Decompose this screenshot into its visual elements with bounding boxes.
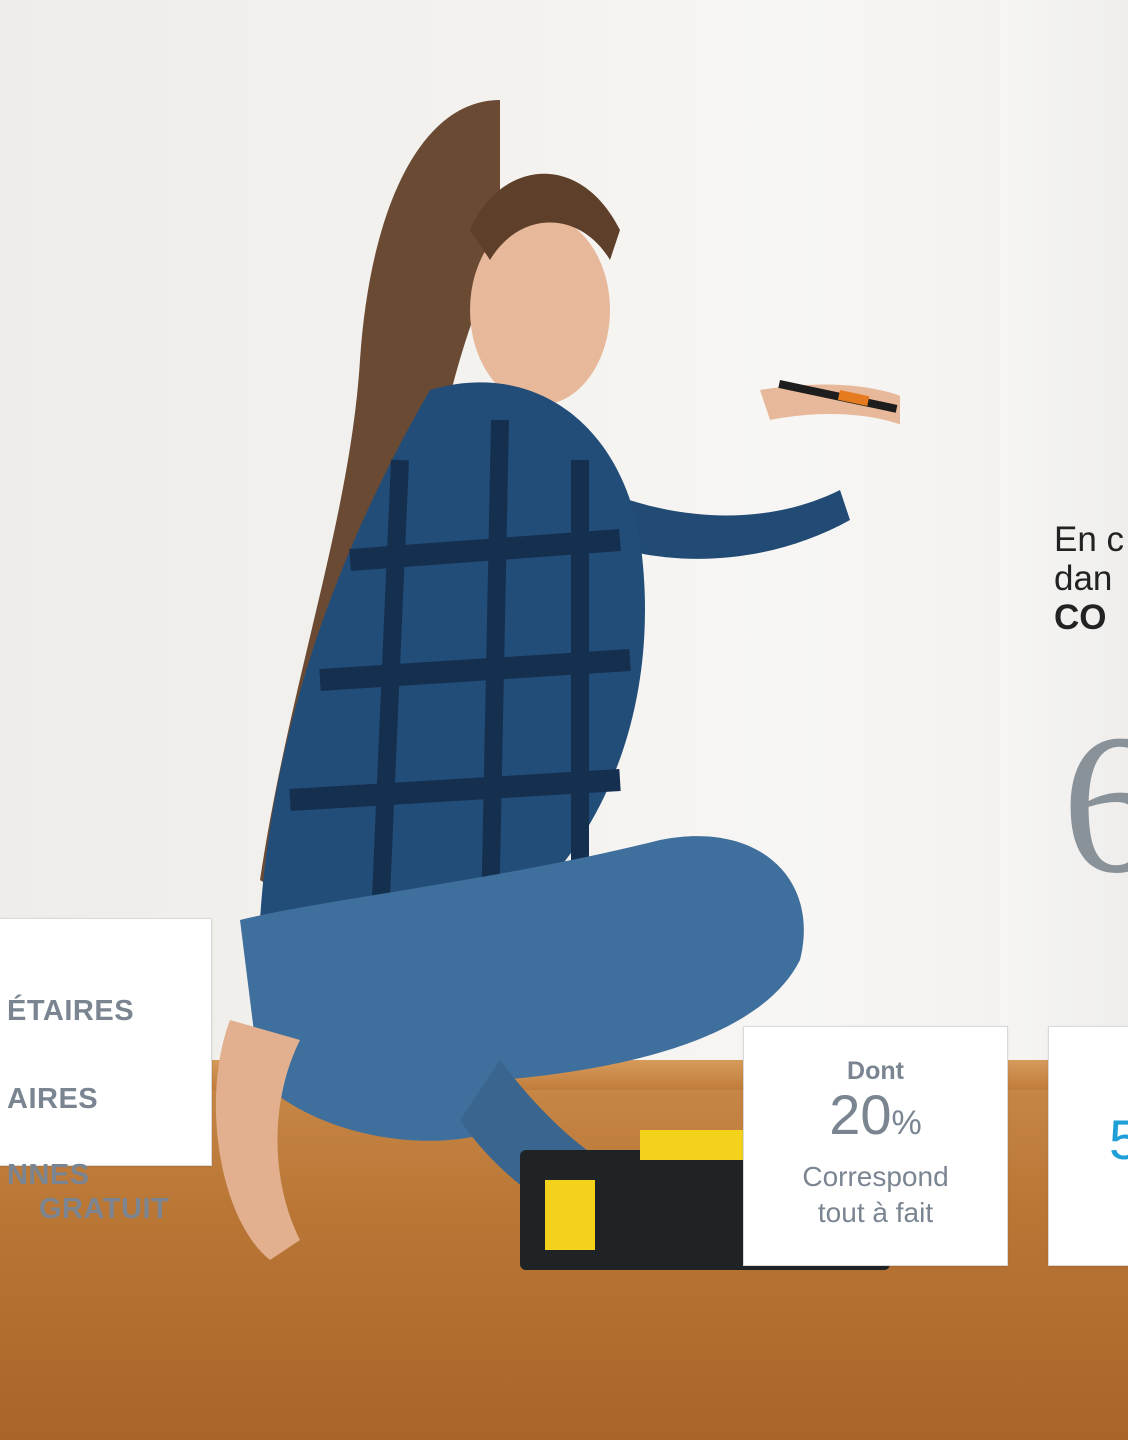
- intro-paragraph: En c dan CO: [1054, 520, 1124, 637]
- stat-kicker: Dont: [847, 1057, 904, 1085]
- intro-line-1: En c: [1054, 520, 1125, 559]
- left-stat-card: ÉTAIRES AIRES NNES GRATUIT: [0, 918, 212, 1225]
- stat-caption-line-2: tout à fait: [817, 1197, 934, 1228]
- stat-caption: Correspond tout à fait: [744, 1159, 1007, 1231]
- left-card-line-1: ÉTAIRES: [7, 995, 135, 1027]
- intro-line-3: CO: [1054, 598, 1107, 637]
- stat-number: 20: [829, 1083, 892, 1146]
- stat-unit: %: [891, 1104, 922, 1142]
- stat-value: 20%: [744, 1085, 1007, 1153]
- left-card-line-3: NNES: [7, 1159, 90, 1191]
- left-card-line-2: AIRES: [7, 1083, 99, 1115]
- intro-line-2: dan: [1054, 559, 1113, 598]
- left-card-line-4: GRATUIT: [39, 1193, 170, 1225]
- percentage-stat-card: Dont 20% Correspond tout à fait: [743, 1026, 1008, 1266]
- right-stat-card: 5: [1048, 1026, 1128, 1266]
- big-statistic-number: 6: [1062, 694, 1128, 915]
- stat-caption-line-1: Correspond: [802, 1161, 949, 1192]
- right-stat-value: 5: [1109, 1108, 1128, 1171]
